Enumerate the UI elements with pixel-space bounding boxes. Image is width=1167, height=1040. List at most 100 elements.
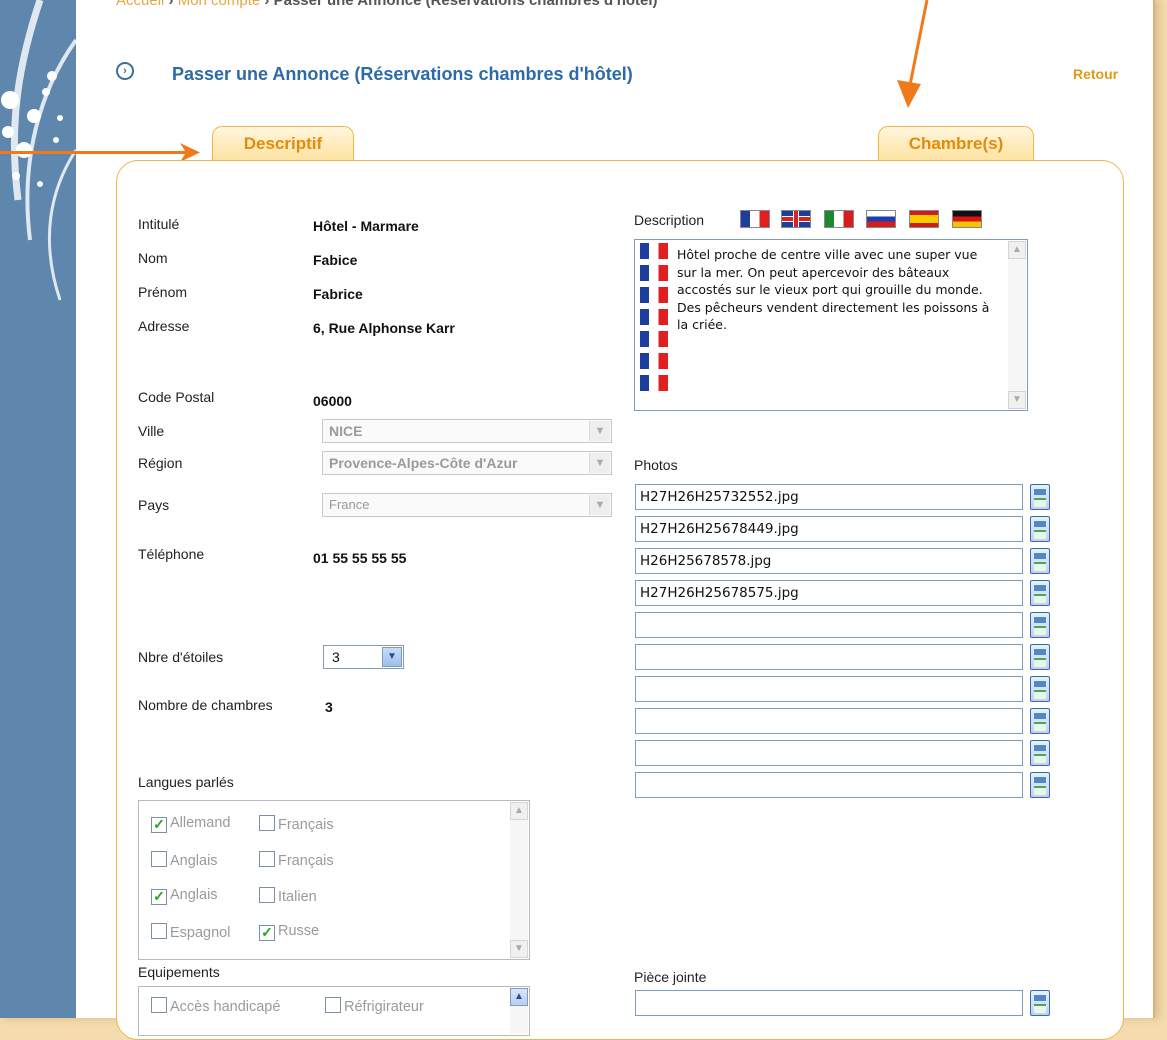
scroll-up-icon[interactable]: ▲ xyxy=(510,988,528,1006)
region-select[interactable]: Provence-Alpes-Côte d'Azur ▼ xyxy=(322,451,612,475)
langue-checkbox[interactable]: Français xyxy=(259,815,334,833)
photo-input[interactable] xyxy=(635,740,1023,766)
pays-select-value: France xyxy=(329,497,370,512)
browse-file-icon[interactable] xyxy=(1030,990,1050,1016)
annotation-arrow-chambres xyxy=(897,0,929,108)
circle-chevron-icon: › xyxy=(116,62,134,80)
langues-label: Langues parlés xyxy=(138,774,234,790)
description-scrollbar[interactable]: ▲ ▼ xyxy=(1008,241,1026,409)
browse-photo-icon[interactable] xyxy=(1030,516,1050,542)
checkbox-icon[interactable] xyxy=(325,997,341,1013)
checkbox-icon[interactable] xyxy=(259,887,275,903)
description-flag-column xyxy=(640,243,670,397)
browse-photo-icon[interactable] xyxy=(1030,740,1050,766)
page-title: Passer une Annonce (Réservations chambre… xyxy=(172,64,633,84)
fr-flag-icon xyxy=(640,243,668,259)
browse-photo-icon[interactable] xyxy=(1030,548,1050,574)
browse-photo-icon[interactable] xyxy=(1030,580,1050,606)
fr-flag-icon xyxy=(640,265,668,281)
annotation-arrow-descriptif xyxy=(0,151,190,154)
intitule-label: Intitulé xyxy=(138,216,180,232)
langue-checkbox[interactable]: Anglais xyxy=(151,851,218,869)
code-postal-value: 06000 xyxy=(313,393,352,409)
pays-select[interactable]: France ▼ xyxy=(322,493,612,517)
photo-input[interactable] xyxy=(635,644,1023,670)
photo-input[interactable]: H27H26H25678449.jpg xyxy=(635,516,1023,542)
photo-input[interactable]: H27H26H25678575.jpg xyxy=(635,580,1023,606)
chevron-down-icon: ▼ xyxy=(589,453,610,473)
browse-photo-icon[interactable] xyxy=(1030,644,1050,670)
scroll-down-icon[interactable]: ▼ xyxy=(1008,391,1026,409)
photo-input[interactable] xyxy=(635,612,1023,638)
code-postal-label: Code Postal xyxy=(138,389,215,405)
photo-input[interactable] xyxy=(635,772,1023,798)
langue-checkbox[interactable]: ✓ Anglais xyxy=(151,887,218,905)
adresse-label: Adresse xyxy=(138,318,190,334)
scroll-down-icon[interactable]: ▼ xyxy=(510,940,528,958)
nom-value: Fabice xyxy=(313,252,358,268)
equipement-checkbox[interactable]: Accès handicapé xyxy=(151,997,280,1015)
browse-photo-icon[interactable] xyxy=(1030,772,1050,798)
intitule-value: Hôtel - Marmare xyxy=(313,218,419,234)
ville-select[interactable]: NICE ▼ xyxy=(322,419,612,443)
fr-flag-icon xyxy=(640,331,668,347)
scroll-up-icon[interactable]: ▲ xyxy=(1008,241,1026,259)
langue-checkbox[interactable]: Espagnol xyxy=(151,923,230,941)
breadcrumb-home[interactable]: Accueil xyxy=(116,0,164,9)
es-flag-icon[interactable] xyxy=(909,210,939,228)
langues-list[interactable]: ✓ Allemand Français Anglais Français ✓ Ang… xyxy=(138,800,530,960)
photo-input[interactable] xyxy=(635,708,1023,734)
ville-label: Ville xyxy=(138,423,165,439)
description-textarea[interactable]: Hôtel proche de centre ville avec une su… xyxy=(634,239,1028,411)
langue-checkbox[interactable]: Italien xyxy=(259,887,317,905)
prenom-value: Fabrice xyxy=(313,286,363,302)
chevron-down-icon: ▼ xyxy=(382,647,402,667)
it-flag-icon[interactable] xyxy=(824,210,854,228)
equipement-checkbox[interactable]: Réfrigirateur xyxy=(325,997,424,1015)
description-label: Description xyxy=(634,212,705,228)
prenom-label: Prénom xyxy=(138,284,188,300)
etoiles-label: Nbre d'étoiles xyxy=(138,649,224,665)
piece-jointe-label: Pièce jointe xyxy=(634,969,707,985)
checkbox-icon[interactable] xyxy=(151,997,167,1013)
breadcrumb-current: Passer une Annonce (Réservations chambre… xyxy=(273,0,658,9)
ru-flag-icon[interactable] xyxy=(866,210,896,228)
langues-scrollbar[interactable]: ▲ ▼ xyxy=(510,802,528,958)
browse-photo-icon[interactable] xyxy=(1030,484,1050,510)
chambres-label: Nombre de chambres xyxy=(138,697,273,713)
breadcrumb-account[interactable]: Mon compte xyxy=(178,0,261,9)
browse-photo-icon[interactable] xyxy=(1030,708,1050,734)
checkbox-checked-icon[interactable]: ✓ xyxy=(259,925,275,941)
langue-checkbox[interactable]: ✓ Russe xyxy=(259,923,319,941)
photos-label: Photos xyxy=(634,457,678,473)
equipements-list[interactable]: Accès handicapé Réfrigirateur ▲ xyxy=(138,986,530,1036)
checkbox-icon[interactable] xyxy=(259,815,275,831)
scroll-up-icon[interactable]: ▲ xyxy=(510,802,528,820)
tab-chambres[interactable]: Chambre(s) xyxy=(878,126,1034,160)
equipements-scrollbar[interactable]: ▲ xyxy=(510,988,528,1034)
ville-select-value: NICE xyxy=(329,423,363,439)
browse-photo-icon[interactable] xyxy=(1030,676,1050,702)
breadcrumb: Accueil › Mon compte › Passer une Annonc… xyxy=(116,0,658,9)
de-flag-icon[interactable] xyxy=(952,210,982,228)
fr-flag-icon xyxy=(640,375,668,391)
etoiles-select[interactable]: 3 ▼ xyxy=(323,645,404,669)
equipements-label: Equipements xyxy=(138,964,220,980)
fr-flag-icon[interactable] xyxy=(740,210,770,228)
checkbox-icon[interactable] xyxy=(151,923,167,939)
photo-input[interactable] xyxy=(635,676,1023,702)
photo-input[interactable]: H26H25678578.jpg xyxy=(635,548,1023,574)
back-link[interactable]: Retour xyxy=(1073,66,1118,82)
checkbox-icon[interactable] xyxy=(151,851,167,867)
photo-input[interactable]: H27H26H25732552.jpg xyxy=(635,484,1023,510)
checkbox-checked-icon[interactable]: ✓ xyxy=(151,889,167,905)
browse-photo-icon[interactable] xyxy=(1030,612,1050,638)
checkbox-checked-icon[interactable]: ✓ xyxy=(151,817,167,833)
langue-checkbox[interactable]: Français xyxy=(259,851,334,869)
gb-flag-icon[interactable] xyxy=(781,210,811,228)
chevron-down-icon: ▼ xyxy=(589,495,610,515)
piece-jointe-input[interactable] xyxy=(635,990,1023,1016)
langue-checkbox[interactable]: ✓ Allemand xyxy=(151,815,230,833)
checkbox-icon[interactable] xyxy=(259,851,275,867)
tab-descriptif[interactable]: Descriptif xyxy=(212,126,354,160)
